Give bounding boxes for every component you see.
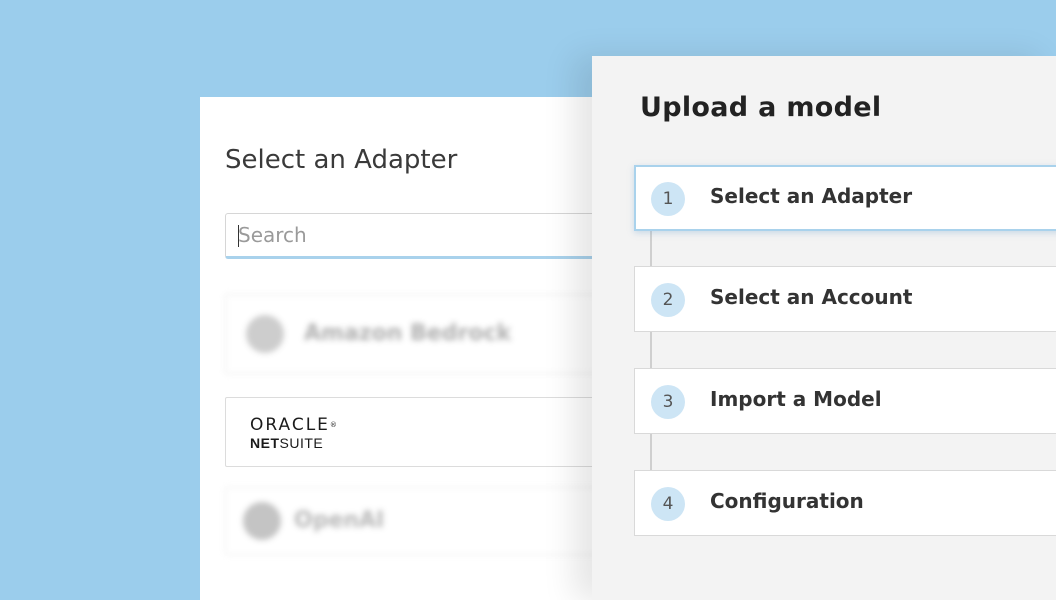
step-import-model[interactable]: 3 Import a Model [634,368,1056,434]
step-label: Import a Model [710,387,882,411]
adapter-panel: Select an Adapter Amazon Bedrock ORACLE®… [200,97,625,600]
search-box[interactable] [225,213,625,259]
step-connector [650,332,652,368]
adapter-item-openai[interactable]: OpenAI [225,487,625,555]
step-number-badge: 2 [651,283,685,317]
bedrock-icon [246,315,284,353]
step-number-badge: 1 [651,182,685,216]
oracle-netsuite-logo: ORACLE® NETSUITE [250,416,337,451]
step-select-adapter[interactable]: 1 Select an Adapter [634,165,1056,231]
adapter-item-amazon-bedrock[interactable]: Amazon Bedrock [225,294,625,374]
upload-model-panel: Upload a model 1 Select an Adapter 2 Sel… [592,56,1056,600]
step-connector [650,434,652,470]
step-select-account[interactable]: 2 Select an Account [634,266,1056,332]
step-number-badge: 3 [651,385,685,419]
openai-icon [243,502,281,540]
step-label: Select an Adapter [710,184,913,208]
search-input[interactable] [226,214,624,256]
adapter-item-oracle-netsuite[interactable]: ORACLE® NETSUITE [225,397,625,467]
text-cursor [238,225,239,247]
oracle-wordmark: ORACLE® [250,415,337,435]
step-label: Select an Account [710,285,913,309]
page-title: Upload a model [640,92,882,123]
step-configuration[interactable]: 4 Configuration [634,470,1056,536]
netsuite-wordmark: NETSUITE [250,435,324,451]
step-label: Configuration [710,489,864,513]
adapter-panel-title: Select an Adapter [225,145,458,175]
adapter-label: OpenAI [294,508,385,533]
step-number-badge: 4 [651,487,685,521]
adapter-label: Amazon Bedrock [304,321,512,346]
step-connector [650,228,652,266]
